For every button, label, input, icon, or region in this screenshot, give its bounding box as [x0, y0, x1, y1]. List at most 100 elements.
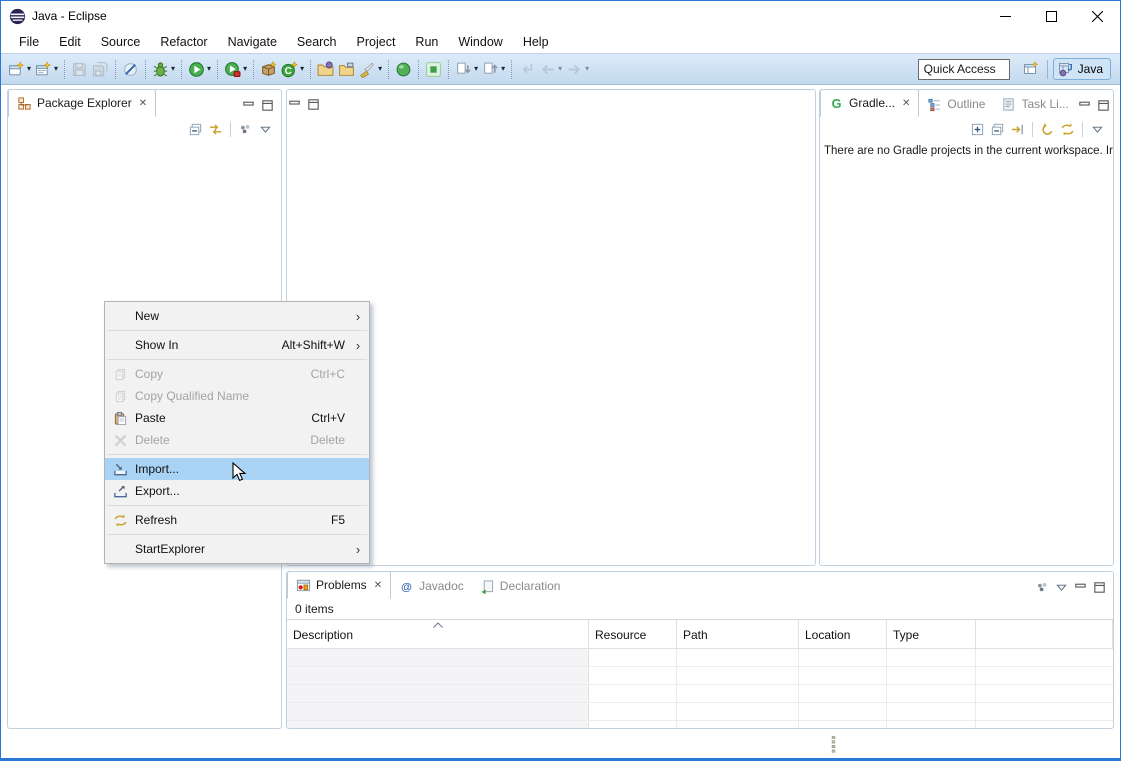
link-editor-icon[interactable]: [208, 122, 223, 137]
menu-item-show-in[interactable]: Show InAlt+Shift+W›: [105, 334, 369, 356]
prev-annotation-button[interactable]: ▾: [480, 57, 507, 81]
close-tab-icon[interactable]: ✕: [902, 98, 910, 109]
view-menu-icon[interactable]: [1035, 580, 1050, 595]
collapse-all-icon[interactable]: [990, 122, 1005, 137]
tab-problems[interactable]: Problems✕: [287, 571, 391, 599]
menu-run[interactable]: Run: [405, 33, 448, 51]
menu-refactor[interactable]: Refactor: [150, 33, 217, 51]
debug-button[interactable]: ▾: [150, 57, 177, 81]
menu-source[interactable]: Source: [91, 33, 151, 51]
open-perspective-button[interactable]: [1020, 58, 1042, 80]
maximize-view-icon[interactable]: [260, 98, 275, 113]
minimize-view-icon[interactable]: [1077, 98, 1092, 113]
menu-item-export[interactable]: Export...: [105, 480, 369, 502]
menu-item-delete[interactable]: DeleteDelete: [105, 429, 369, 451]
forward-button[interactable]: ▾: [564, 57, 591, 81]
minimize-button[interactable]: [982, 1, 1028, 31]
save-button[interactable]: [69, 57, 90, 81]
minimize-view-icon[interactable]: [287, 97, 302, 112]
new-java-class-button[interactable]: C▾: [279, 57, 306, 81]
menu-window[interactable]: Window: [448, 33, 512, 51]
refresh-gradle-icon[interactable]: [1040, 122, 1055, 137]
maximize-view-icon[interactable]: [1092, 580, 1107, 595]
close-tab-icon[interactable]: ✕: [139, 98, 147, 109]
menu-item-copy-qualified-name[interactable]: Copy Qualified Name: [105, 385, 369, 407]
new-wizard-button[interactable]: ▾: [6, 57, 33, 81]
run-coverage-button[interactable]: ▾: [222, 57, 249, 81]
problems-panel-tabrow: Problems✕@JavadocDeclaration: [287, 572, 1113, 599]
minimize-view-icon[interactable]: [1073, 580, 1088, 595]
new-java-package-button[interactable]: [258, 57, 279, 81]
dropdown-caret-icon[interactable]: ▾: [27, 65, 31, 73]
tab-task-li[interactable]: Task Li...: [993, 91, 1076, 117]
table-row[interactable]: [287, 703, 1113, 721]
tab-package-explorer[interactable]: Package Explorer ✕: [8, 89, 156, 117]
dropdown-caret-icon[interactable]: ▾: [501, 65, 505, 73]
dropdown-caret-icon[interactable]: ▾: [243, 65, 247, 73]
dropdown-caret-icon[interactable]: ▾: [474, 65, 478, 73]
column-header-description[interactable]: Description: [287, 620, 589, 648]
menu-item-new[interactable]: New›: [105, 305, 369, 327]
column-header-type[interactable]: Type: [887, 620, 976, 648]
menu-help[interactable]: Help: [513, 33, 559, 51]
last-edit-location-button[interactable]: [516, 57, 537, 81]
maximize-button[interactable]: [1028, 1, 1074, 31]
table-row[interactable]: [287, 721, 1113, 729]
menu-item-refresh[interactable]: RefreshF5: [105, 509, 369, 531]
dropdown-caret-icon[interactable]: ▾: [300, 65, 304, 73]
maximize-view-icon[interactable]: [306, 97, 321, 112]
dropdown-caret-icon[interactable]: ▾: [54, 65, 58, 73]
quick-access-input[interactable]: Quick Access: [918, 59, 1010, 80]
column-header-location[interactable]: Location: [799, 620, 887, 648]
dropdown-caret-icon[interactable]: ▾: [585, 65, 589, 73]
close-button[interactable]: [1074, 1, 1120, 31]
mark-occurrences-button[interactable]: [393, 57, 414, 81]
dropdown-caret-icon[interactable]: ▾: [207, 65, 211, 73]
java-perspective-button[interactable]: JJava: [1053, 58, 1111, 80]
block-selection-button[interactable]: [423, 57, 444, 81]
table-row[interactable]: [287, 667, 1113, 685]
menu-edit[interactable]: Edit: [49, 33, 91, 51]
menu-navigate[interactable]: Navigate: [218, 33, 287, 51]
tab-javadoc[interactable]: @Javadoc: [391, 573, 472, 599]
dropdown-icon[interactable]: [1054, 580, 1069, 595]
dropdown-caret-icon[interactable]: ▾: [558, 65, 562, 73]
run-button[interactable]: ▾: [186, 57, 213, 81]
link-selection-icon[interactable]: [1010, 122, 1025, 137]
tab-declaration[interactable]: Declaration: [472, 573, 569, 599]
collapse-all-icon[interactable]: [188, 122, 203, 137]
dropdown-icon[interactable]: [258, 122, 273, 137]
dropdown-icon[interactable]: [1090, 122, 1105, 137]
table-row[interactable]: [287, 649, 1113, 667]
search-button[interactable]: ▾: [357, 57, 384, 81]
maximize-view-icon[interactable]: [1096, 98, 1111, 113]
minimize-view-icon[interactable]: [241, 98, 256, 113]
expand-all-icon[interactable]: [970, 122, 985, 137]
open-task-button[interactable]: [336, 57, 357, 81]
table-row[interactable]: [287, 685, 1113, 703]
table-cell: [677, 667, 799, 684]
tab-gradle[interactable]: GGradle...✕: [820, 89, 919, 117]
back-button[interactable]: ▾: [537, 57, 564, 81]
trim-grip-icon[interactable]: [831, 736, 837, 753]
dropdown-caret-icon[interactable]: ▾: [378, 65, 382, 73]
view-menu-icon[interactable]: [238, 122, 253, 137]
dropdown-caret-icon[interactable]: ▾: [171, 65, 175, 73]
menu-item-copy[interactable]: CopyCtrl+C: [105, 363, 369, 385]
menu-project[interactable]: Project: [347, 33, 406, 51]
next-annotation-button[interactable]: ▾: [453, 57, 480, 81]
menu-file[interactable]: File: [9, 33, 49, 51]
new-java-project-button[interactable]: ▾: [33, 57, 60, 81]
last-edit-location-icon: [518, 61, 535, 78]
refresh-all-icon[interactable]: [1060, 122, 1075, 137]
open-type-button[interactable]: [315, 57, 336, 81]
close-tab-icon[interactable]: ✕: [374, 580, 382, 591]
menu-search[interactable]: Search: [287, 33, 347, 51]
save-all-button[interactable]: [90, 57, 111, 81]
menu-item-paste[interactable]: PasteCtrl+V: [105, 407, 369, 429]
skip-breakpoints-button[interactable]: [120, 57, 141, 81]
column-header-path[interactable]: Path: [677, 620, 799, 648]
column-header-resource[interactable]: Resource: [589, 620, 677, 648]
tab-outline[interactable]: Outline: [919, 91, 993, 117]
menu-item-startexplorer[interactable]: StartExplorer›: [105, 538, 369, 560]
